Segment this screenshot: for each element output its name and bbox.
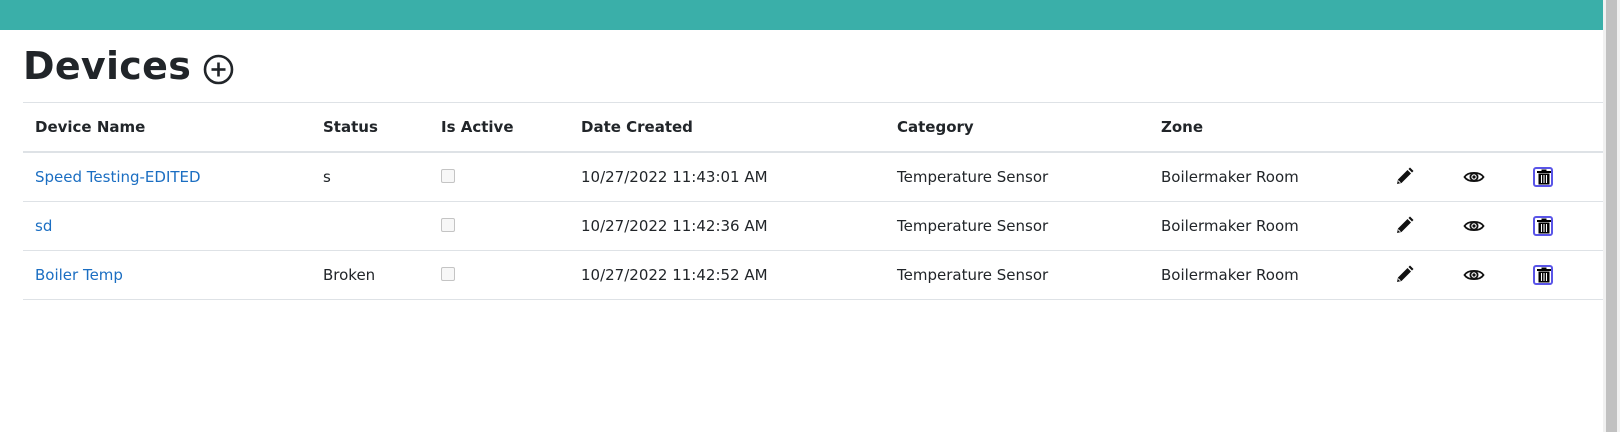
is-active-cell bbox=[429, 250, 569, 300]
eye-icon bbox=[1463, 220, 1485, 232]
delete-cell bbox=[1533, 250, 1603, 300]
column-header-category[interactable]: Category bbox=[885, 102, 1149, 153]
zone-cell: Boilermaker Room bbox=[1149, 201, 1393, 251]
add-device-button[interactable] bbox=[203, 54, 234, 85]
delete-cell bbox=[1533, 152, 1603, 202]
is-active-checkbox[interactable] bbox=[441, 168, 455, 183]
view-button[interactable] bbox=[1463, 215, 1485, 237]
eye-icon bbox=[1463, 171, 1485, 183]
pencil-icon bbox=[1397, 265, 1414, 282]
view-button[interactable] bbox=[1463, 166, 1485, 188]
category-cell: Temperature Sensor bbox=[885, 201, 1149, 251]
device-name-cell: Boiler Temp bbox=[23, 250, 311, 300]
device-name-link[interactable]: Boiler Temp bbox=[35, 266, 123, 284]
column-header-date-created[interactable]: Date Created bbox=[569, 102, 885, 153]
plus-circle-icon bbox=[203, 54, 234, 84]
zone-cell: Boilermaker Room bbox=[1149, 152, 1393, 202]
page-heading: Devices bbox=[23, 30, 1603, 102]
table-header-row: Device Name Status Is Active Date Create… bbox=[23, 102, 1603, 153]
view-cell bbox=[1463, 250, 1533, 300]
column-header-is-active[interactable]: Is Active bbox=[429, 102, 569, 153]
edit-button[interactable] bbox=[1393, 166, 1415, 188]
date-created-cell: 10/27/2022 11:42:36 AM bbox=[569, 201, 885, 251]
table-row: Speed Testing-EDITED s 10/27/2022 11:43:… bbox=[23, 152, 1603, 202]
status-cell bbox=[311, 201, 429, 251]
column-header-view bbox=[1463, 102, 1533, 153]
main-content: Devices Device Name Status Is Active Dat… bbox=[23, 30, 1603, 300]
trash-icon bbox=[1537, 218, 1551, 234]
trash-icon bbox=[1537, 169, 1551, 185]
edit-button[interactable] bbox=[1393, 264, 1415, 286]
category-cell: Temperature Sensor bbox=[885, 250, 1149, 300]
status-cell: s bbox=[311, 152, 429, 202]
column-header-delete bbox=[1533, 102, 1603, 153]
column-header-status[interactable]: Status bbox=[311, 102, 429, 153]
status-cell: Broken bbox=[311, 250, 429, 300]
column-header-device-name[interactable]: Device Name bbox=[23, 102, 311, 153]
pencil-icon bbox=[1397, 216, 1414, 233]
scrollbar-thumb[interactable] bbox=[1606, 0, 1617, 432]
is-active-cell bbox=[429, 152, 569, 202]
view-cell bbox=[1463, 201, 1533, 251]
edit-button[interactable] bbox=[1393, 215, 1415, 237]
eye-icon bbox=[1463, 269, 1485, 281]
delete-button[interactable] bbox=[1533, 167, 1553, 187]
column-header-zone[interactable]: Zone bbox=[1149, 102, 1393, 153]
device-name-link[interactable]: Speed Testing-EDITED bbox=[35, 168, 201, 186]
view-button[interactable] bbox=[1463, 264, 1485, 286]
table-row: sd 10/27/2022 11:42:36 AM Temperature Se… bbox=[23, 201, 1603, 251]
category-cell: Temperature Sensor bbox=[885, 152, 1149, 202]
edit-cell bbox=[1393, 250, 1463, 300]
pencil-icon bbox=[1397, 167, 1414, 184]
device-name-link[interactable]: sd bbox=[35, 217, 52, 235]
view-cell bbox=[1463, 152, 1533, 202]
is-active-cell bbox=[429, 201, 569, 251]
top-navbar bbox=[0, 0, 1603, 30]
column-header-edit bbox=[1393, 102, 1463, 153]
table-row: Boiler Temp Broken 10/27/2022 11:42:52 A… bbox=[23, 250, 1603, 300]
edit-cell bbox=[1393, 201, 1463, 251]
date-created-cell: 10/27/2022 11:42:52 AM bbox=[569, 250, 885, 300]
delete-button[interactable] bbox=[1533, 216, 1553, 236]
edit-cell bbox=[1393, 152, 1463, 202]
device-name-cell: Speed Testing-EDITED bbox=[23, 152, 311, 202]
is-active-checkbox[interactable] bbox=[441, 266, 455, 281]
trash-icon bbox=[1537, 267, 1551, 283]
delete-cell bbox=[1533, 201, 1603, 251]
date-created-cell: 10/27/2022 11:43:01 AM bbox=[569, 152, 885, 202]
delete-button[interactable] bbox=[1533, 265, 1553, 285]
zone-cell: Boilermaker Room bbox=[1149, 250, 1393, 300]
is-active-checkbox[interactable] bbox=[441, 217, 455, 232]
devices-table: Device Name Status Is Active Date Create… bbox=[23, 102, 1603, 300]
page-title: Devices bbox=[23, 44, 192, 88]
device-name-cell: sd bbox=[23, 201, 311, 251]
